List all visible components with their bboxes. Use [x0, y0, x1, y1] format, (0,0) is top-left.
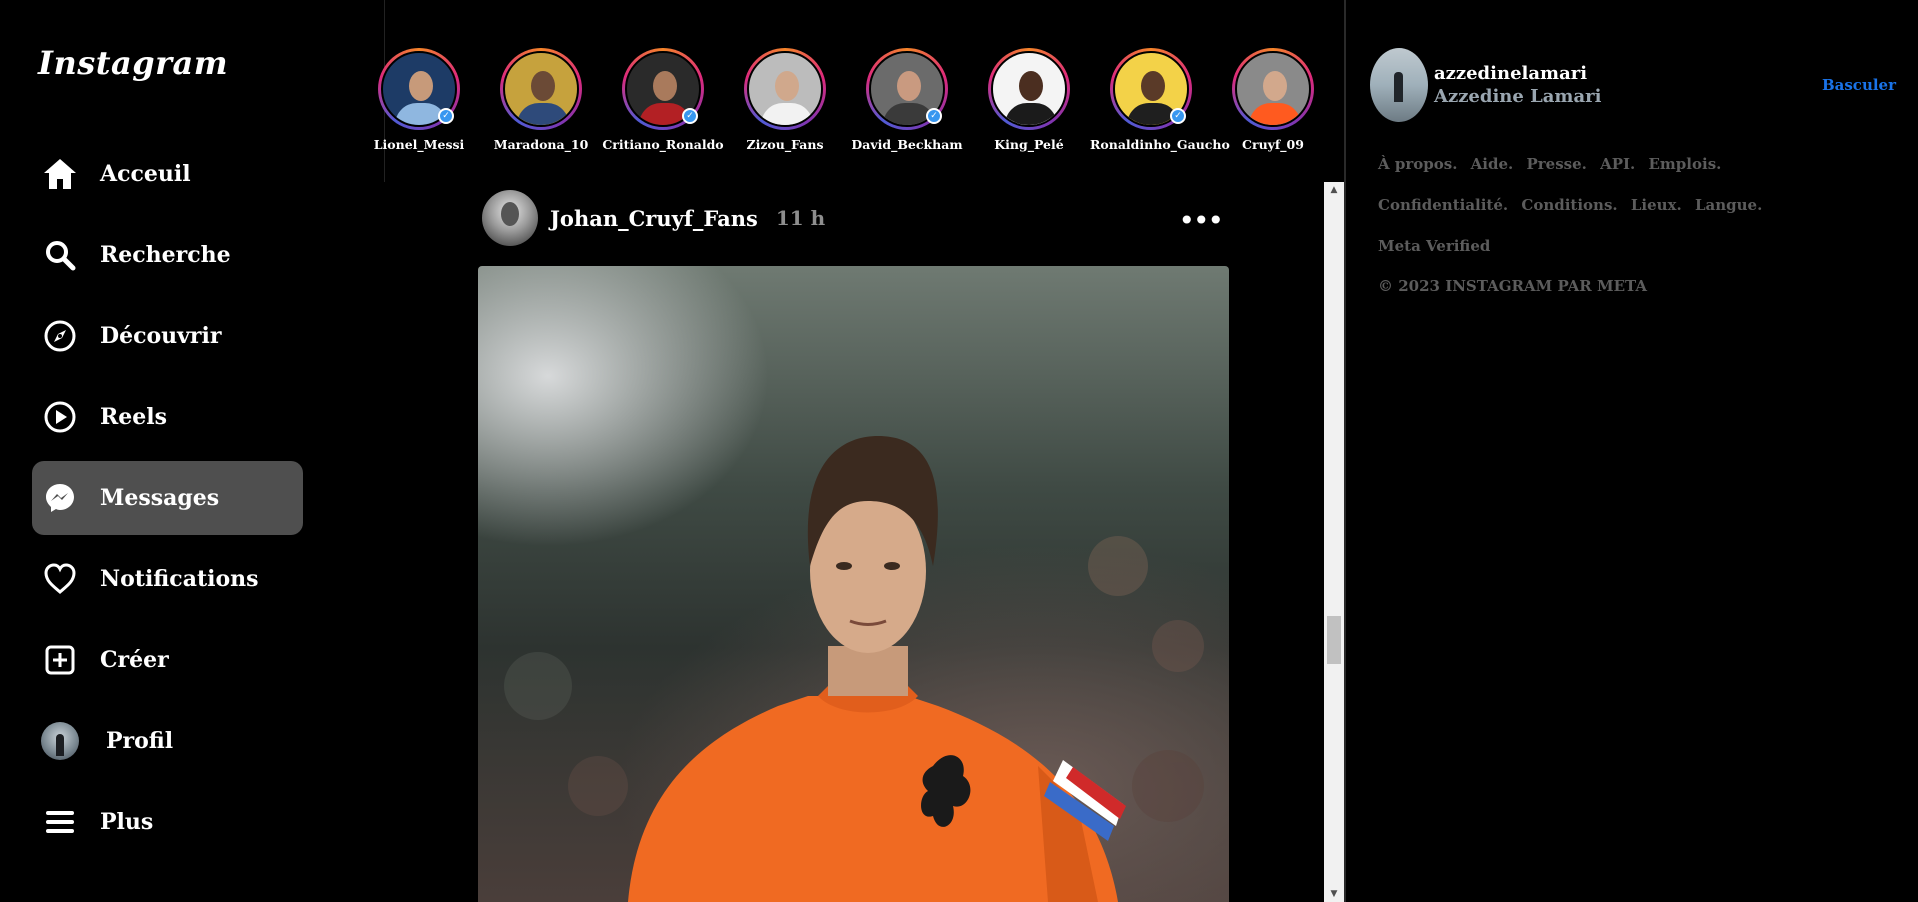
story-name: David_Beckham: [851, 137, 963, 152]
footer-link[interactable]: Aide.: [1471, 155, 1514, 173]
more-options-icon[interactable]: •••: [1178, 204, 1224, 237]
scroll-down-icon[interactable]: ▼: [1324, 886, 1344, 902]
verified-badge-icon: ✓: [1170, 108, 1186, 124]
story-ring: [988, 48, 1070, 130]
story-item[interactable]: ✓ David_Beckham: [846, 48, 968, 152]
profile-fullname: Azzedine Lamari: [1434, 86, 1602, 107]
story-item[interactable]: ✓ Lionel_Messi: [358, 48, 480, 152]
verified-badge-icon: ✓: [926, 108, 942, 124]
sidebar-item-creer[interactable]: Créer: [32, 623, 303, 697]
story-ring: ✓: [622, 48, 704, 130]
menu-icon: [34, 809, 86, 835]
story-name: Critiano_Ronaldo: [602, 137, 724, 152]
footer-copyright: © 2023 INSTAGRAM PAR META: [1378, 277, 1648, 295]
story-item[interactable]: ✓ Ronaldinho_Gaucho: [1090, 48, 1230, 152]
story-ring: ✓: [378, 48, 460, 130]
story-name: Maradona_10: [493, 137, 589, 152]
story-avatar: [747, 51, 823, 127]
story-item[interactable]: Zizou_Fans: [724, 48, 846, 152]
sidebar-item-label: Recherche: [100, 242, 231, 268]
feed: Johan_Cruyf_Fans 11 h •••: [384, 182, 1344, 902]
story-name: King_Pelé: [994, 137, 1064, 152]
instagram-logo[interactable]: Instagram: [38, 44, 228, 82]
search-icon: [34, 239, 86, 271]
story-ring: [744, 48, 826, 130]
plus-square-icon: [34, 645, 86, 675]
scroll-up-icon[interactable]: ▲: [1324, 182, 1344, 198]
profile-icon-wrapper: [34, 722, 86, 760]
sidebar-item-label: Messages: [100, 485, 220, 511]
sidebar-item-profil[interactable]: Profil: [32, 704, 303, 778]
footer-link[interactable]: API.: [1600, 155, 1635, 173]
footer-links: À propos. Aide. Presse. API. Emplois.: [1378, 155, 1729, 173]
post-header: Johan_Cruyf_Fans 11 h •••: [482, 188, 1224, 248]
story-item[interactable]: Cruyf_09: [1212, 48, 1334, 152]
sidebar-item-reels[interactable]: Reels: [32, 380, 303, 454]
story-name: Zizou_Fans: [746, 137, 824, 152]
switch-account-link[interactable]: Basculer: [1822, 76, 1896, 94]
play-icon: [34, 401, 86, 433]
right-panel: azzedinelamari Azzedine Lamari Basculer …: [1346, 0, 1918, 902]
verified-badge-icon: ✓: [682, 108, 698, 124]
sidebar-item-notifications[interactable]: Notifications: [32, 542, 303, 616]
sidebar-item-label: Plus: [100, 809, 154, 835]
sidebar: Instagram Acceuil Recherche Découvrir Re…: [0, 0, 384, 902]
story-ring: ✓: [866, 48, 948, 130]
footer-link[interactable]: Confidentialité.: [1378, 196, 1508, 214]
footer-link[interactable]: Conditions.: [1521, 196, 1617, 214]
story-avatar: [503, 51, 579, 127]
scrollbar-thumb[interactable]: [1327, 616, 1341, 664]
story-name: Ronaldinho_Gaucho: [1090, 137, 1230, 152]
footer-link[interactable]: Langue.: [1695, 196, 1762, 214]
story-name: Lionel_Messi: [373, 137, 465, 152]
story-ring: [500, 48, 582, 130]
story-ring: ✓: [1110, 48, 1192, 130]
post-username[interactable]: Johan_Cruyf_Fans: [550, 206, 758, 231]
footer-link[interactable]: Emplois.: [1649, 155, 1722, 173]
verified-badge-icon: ✓: [438, 108, 454, 124]
post-photo: [504, 436, 1204, 902]
story-item[interactable]: Maradona_10: [480, 48, 602, 152]
story-name: Cruyf_09: [1242, 137, 1304, 152]
story-avatar: [1235, 51, 1311, 127]
footer-links: Confidentialité. Conditions. Lieux. Lang…: [1378, 196, 1770, 214]
avatar[interactable]: [1370, 48, 1428, 122]
sidebar-item-messages[interactable]: Messages: [32, 461, 303, 535]
footer-link[interactable]: À propos.: [1378, 155, 1457, 173]
messenger-icon: [34, 482, 86, 514]
post-time: 11 h: [775, 206, 826, 230]
sidebar-item-accueil[interactable]: Acceuil: [32, 137, 303, 211]
story-ring: [1232, 48, 1314, 130]
post-avatar[interactable]: [482, 190, 538, 246]
avatar: [41, 722, 79, 760]
sidebar-item-decouvrir[interactable]: Découvrir: [32, 299, 303, 373]
stories-bar: ✓ Lionel_Messi Maradona_10 ✓ Critiano_Ro…: [374, 0, 1344, 182]
sidebar-item-label: Profil: [106, 728, 174, 754]
footer-link-meta-verified[interactable]: Meta Verified: [1378, 237, 1490, 255]
compass-icon: [34, 320, 86, 352]
sidebar-item-label: Notifications: [100, 566, 259, 592]
feed-scrollbar[interactable]: ▲ ▼: [1324, 182, 1344, 902]
sidebar-item-label: Créer: [100, 647, 169, 673]
post-image[interactable]: [478, 266, 1229, 902]
sidebar-item-label: Acceuil: [100, 161, 191, 187]
story-item[interactable]: ✓ Critiano_Ronaldo: [602, 48, 724, 152]
footer-link[interactable]: Presse.: [1526, 155, 1586, 173]
sidebar-item-plus[interactable]: Plus: [32, 785, 303, 859]
heart-icon: [34, 563, 86, 595]
story-item[interactable]: King_Pelé: [968, 48, 1090, 152]
sidebar-item-label: Reels: [100, 404, 168, 430]
story-avatar: [991, 51, 1067, 127]
home-icon: [34, 157, 86, 191]
footer-link[interactable]: Lieux.: [1631, 196, 1682, 214]
sidebar-item-label: Découvrir: [100, 323, 222, 349]
sidebar-item-recherche[interactable]: Recherche: [32, 218, 303, 292]
profile-username[interactable]: azzedinelamari: [1434, 63, 1587, 84]
